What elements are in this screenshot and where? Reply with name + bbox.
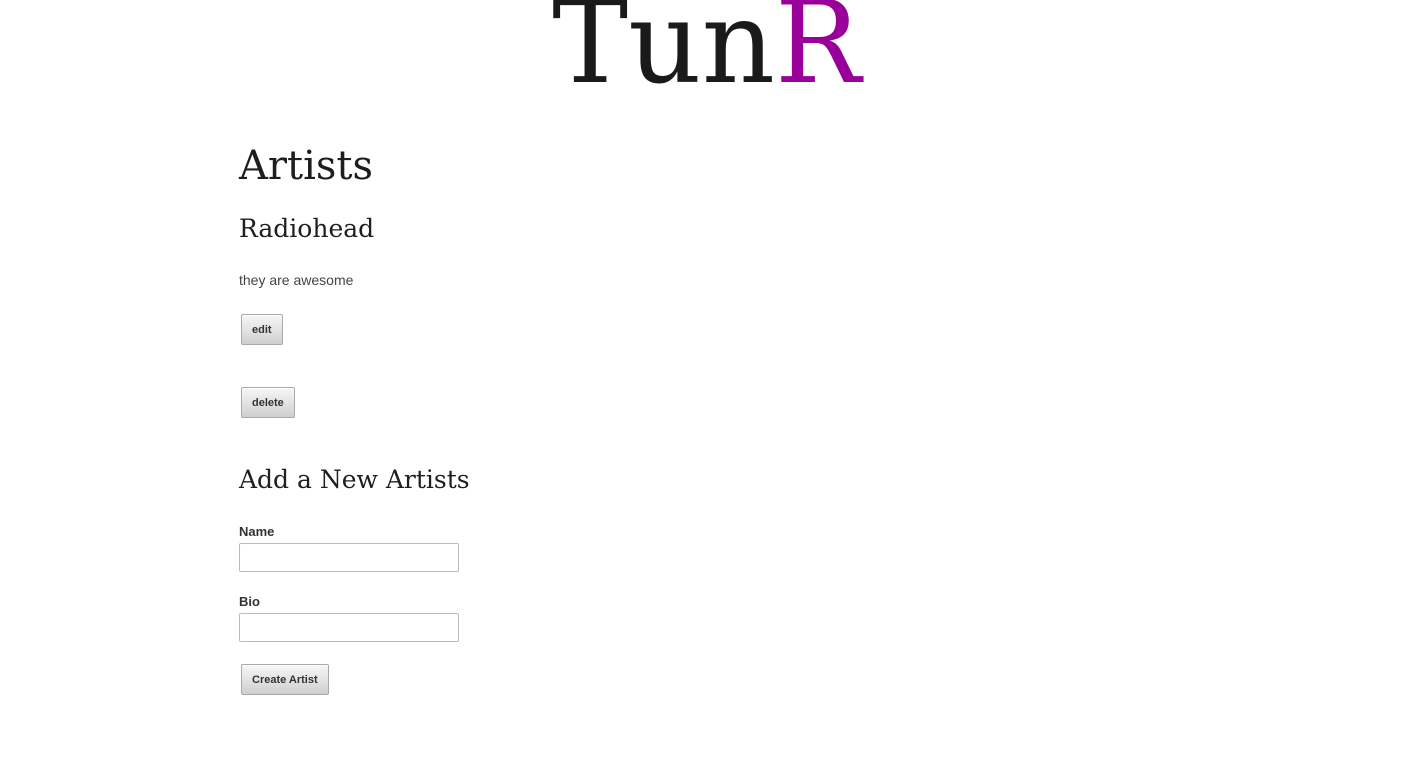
bio-label: Bio [239, 594, 260, 609]
edit-button[interactable]: edit [241, 314, 283, 345]
logo-text-tun: Tun [552, 0, 776, 109]
artist-bio: they are awesome [239, 272, 354, 288]
name-input[interactable] [239, 543, 459, 572]
name-label: Name [239, 524, 275, 539]
artist-name[interactable]: Radiohead [239, 214, 374, 244]
logo-text-r: R [775, 0, 861, 109]
bio-input[interactable] [239, 613, 459, 642]
site-logo: TunR [0, 0, 1413, 100]
page-title: Artists [239, 143, 374, 189]
delete-button[interactable]: delete [241, 387, 295, 418]
create-artist-button[interactable]: Create Artist [241, 664, 329, 695]
form-title: Add a New Artists [239, 465, 470, 494]
